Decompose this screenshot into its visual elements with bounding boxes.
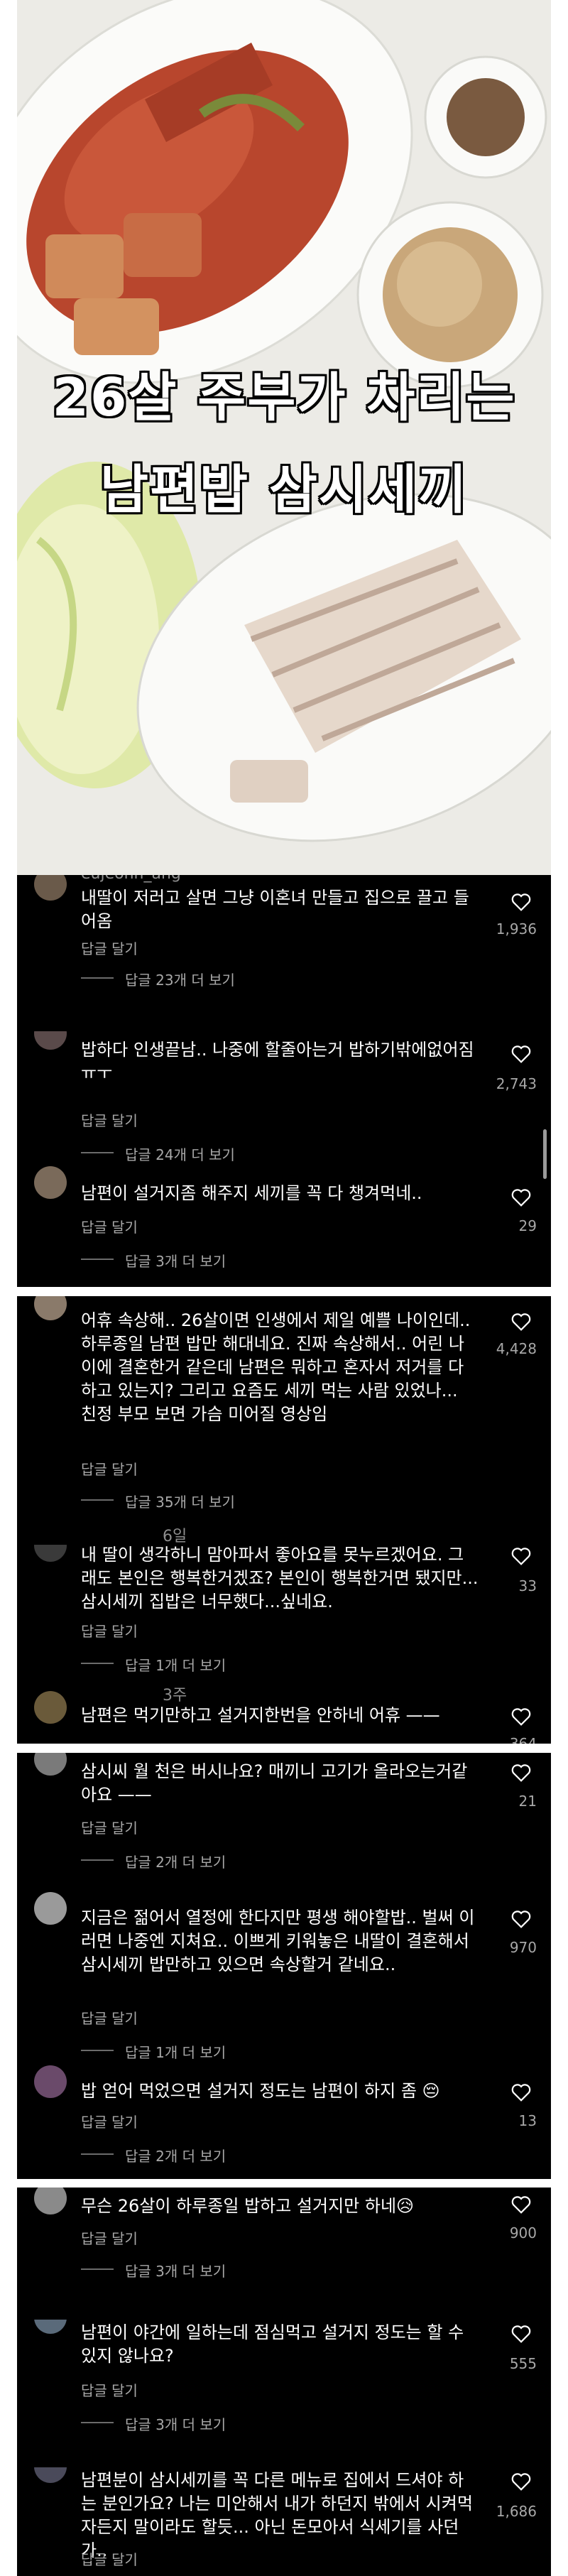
heart-outline-icon[interactable] [510, 2082, 532, 2102]
redacted-username [81, 1888, 195, 1906]
like-count: 1,686 [496, 2503, 537, 2520]
view-replies-button[interactable]: 답글 23개 더 보기 [125, 969, 235, 989]
view-replies-button[interactable]: 답글 2개 더 보기 [125, 1851, 226, 1871]
avatar[interactable] [34, 1296, 67, 1320]
view-replies-button[interactable]: 답글 3개 더 보기 [125, 2413, 226, 2434]
redacted-username [81, 1163, 209, 1182]
replies-divider [81, 2050, 114, 2051]
comments-panel-1: eujeonn_ang 내딸이 저러고 살면 그냥 이혼녀 만들고 집으로 끌고… [17, 875, 551, 1287]
heart-outline-icon[interactable] [510, 892, 532, 912]
redacted-username [31, 2301, 209, 2320]
comments-panel-3: 삼시씨 월 천은 버시나요? 매끼니 고기가 올라오는거같아요 —— 답글 달기… [17, 1753, 551, 2179]
like-count: 555 [509, 2355, 537, 2372]
avatar[interactable] [34, 2065, 67, 2098]
comment-text: 내 딸이 생각하니 맘아파서 좋아요를 못누르겠어요. 그래도 본인은 행복한거… [81, 1545, 479, 1612]
comments-panel-2: 어휴 속상해.. 26살이면 인생에서 제일 예쁠 나이인데.. 하루종일 남편… [17, 1296, 551, 1744]
reply-button[interactable]: 답글 달기 [81, 938, 138, 958]
heart-outline-icon[interactable] [510, 1763, 532, 1783]
view-replies-button[interactable]: 답글 2개 더 보기 [125, 2145, 226, 2165]
reply-button[interactable]: 답글 달기 [81, 1216, 138, 1237]
like-count: 364 [509, 1735, 537, 1744]
comment-text: 남편이 야간에 일하는데 점심먹고 설거지 정도는 할 수 있지 않나요? [81, 2322, 464, 2366]
avatar[interactable] [34, 2188, 67, 2214]
comment-text: 밥하다 인생끝남.. 나중에 할줄아는거 밥하기밖에없어짐 ㅠㅜ [81, 1040, 474, 1083]
redacted-username [81, 1685, 159, 1704]
like-count: 29 [518, 1217, 537, 1234]
food-photo: 26살 주부가 차리는 남편밥 삼시세끼 [17, 0, 551, 875]
redacted-username [31, 1526, 159, 1545]
view-replies-button[interactable]: 답글 3개 더 보기 [125, 1250, 226, 1271]
view-replies-button[interactable]: 답글 35개 더 보기 [125, 1491, 235, 1511]
redacted-username [81, 2061, 187, 2080]
view-replies-button[interactable]: 답글 24개 더 보기 [125, 1143, 235, 1164]
scrollbar-thumb[interactable] [543, 1129, 547, 1179]
replies-divider [81, 2153, 114, 2155]
heart-outline-icon[interactable] [510, 2324, 532, 2344]
comment-time: 3주 [163, 1687, 187, 1705]
reply-button[interactable]: 답글 달기 [81, 1109, 138, 1130]
replies-divider [81, 1152, 114, 1153]
reply-button[interactable]: 답글 달기 [81, 1458, 138, 1479]
reply-button[interactable]: 답글 달기 [81, 1620, 138, 1641]
comment-text: 삼시씨 월 천은 버시나요? 매끼니 고기가 올라오는거같아요 —— [81, 1761, 468, 1805]
avatar[interactable] [34, 1166, 67, 1199]
like-count: 1,936 [496, 920, 537, 938]
comment-text: 남편은 먹기만하고 설거지한번을 안하네 어휴 —— [81, 1705, 440, 1725]
reply-button[interactable]: 답글 달기 [81, 1817, 138, 1837]
reply-button[interactable]: 답글 달기 [81, 2007, 138, 2028]
avatar[interactable] [34, 1753, 67, 1776]
food-photo-illustration [17, 0, 551, 875]
reply-button[interactable]: 답글 달기 [81, 2548, 138, 2569]
heart-outline-icon[interactable] [510, 2472, 532, 2491]
comment-text: 내딸이 저러고 살면 그냥 이혼녀 만들고 집으로 끌고 들어옴 [81, 888, 469, 931]
replies-divider [81, 2422, 114, 2423]
view-replies-button[interactable]: 답글 3개 더 보기 [125, 2260, 226, 2281]
replies-divider [81, 1259, 114, 1260]
replies-divider [81, 2268, 114, 2270]
avatar[interactable] [34, 875, 67, 901]
heart-outline-icon[interactable] [510, 1312, 532, 1332]
reply-button[interactable]: 답글 달기 [81, 2111, 138, 2131]
like-count: 21 [518, 1793, 537, 1810]
replies-divider [81, 1859, 114, 1861]
view-replies-button[interactable]: 답글 1개 더 보기 [125, 1654, 226, 1675]
comment-text: 무슨 26살이 하루종일 밥하고 설거지만 하네😥 [81, 2196, 415, 2216]
reply-button[interactable]: 답글 달기 [81, 2227, 138, 2248]
heart-outline-icon[interactable] [510, 1044, 532, 1064]
comment-username[interactable]: eujeonn_ang [81, 875, 181, 883]
redacted-username [31, 1013, 145, 1031]
like-count: 4,428 [496, 1340, 537, 1357]
avatar[interactable] [34, 1691, 67, 1724]
like-count: 2,743 [496, 1075, 537, 1092]
heart-outline-icon[interactable] [510, 1546, 532, 1566]
comment-text: 남편이 설거지좀 해주지 세끼를 꼭 다 챙겨먹네.. [81, 1183, 422, 1203]
redacted-username [31, 2449, 187, 2467]
comment-text: 밥 얻어 먹었으면 설거지 정도는 남편이 하지 좀 😔 [81, 2081, 440, 2101]
comment-text: 어휴 속상해.. 26살이면 인생에서 제일 예쁠 나이인데.. 하루종일 남편… [81, 1310, 471, 1424]
heart-outline-icon[interactable] [510, 2195, 532, 2214]
comment-text: 남편분이 삼시세끼를 꼭 다른 메뉴로 집에서 드셔야 하는 분인가요? 나는 … [81, 2470, 473, 2560]
replies-divider [81, 1663, 114, 1664]
comment-text: 지금은 젊어서 열정에 한다지만 평생 해야할밥.. 벌써 이러면 나중엔 지쳐… [81, 1908, 475, 1974]
reply-button[interactable]: 답글 달기 [81, 2379, 138, 2400]
like-count: 970 [509, 1939, 537, 1956]
heart-outline-icon[interactable] [510, 1707, 532, 1727]
comments-panel-4: 무슨 26살이 하루종일 밥하고 설거지만 하네😥 답글 달기 답글 3개 더 … [17, 2188, 551, 2576]
heart-outline-icon[interactable] [510, 1188, 532, 1207]
like-count: 900 [509, 2224, 537, 2241]
caption-line-1: 26살 주부가 차리는 [52, 367, 516, 428]
like-count: 13 [518, 2112, 537, 2129]
heart-outline-icon[interactable] [510, 1909, 532, 1929]
replies-divider [81, 1499, 114, 1501]
replies-divider [81, 977, 114, 979]
view-replies-button[interactable]: 답글 1개 더 보기 [125, 2041, 226, 2062]
like-count: 33 [518, 1577, 537, 1594]
caption-line-2: 남편밥 삼시세끼 [99, 460, 469, 521]
avatar[interactable] [34, 1892, 67, 1925]
